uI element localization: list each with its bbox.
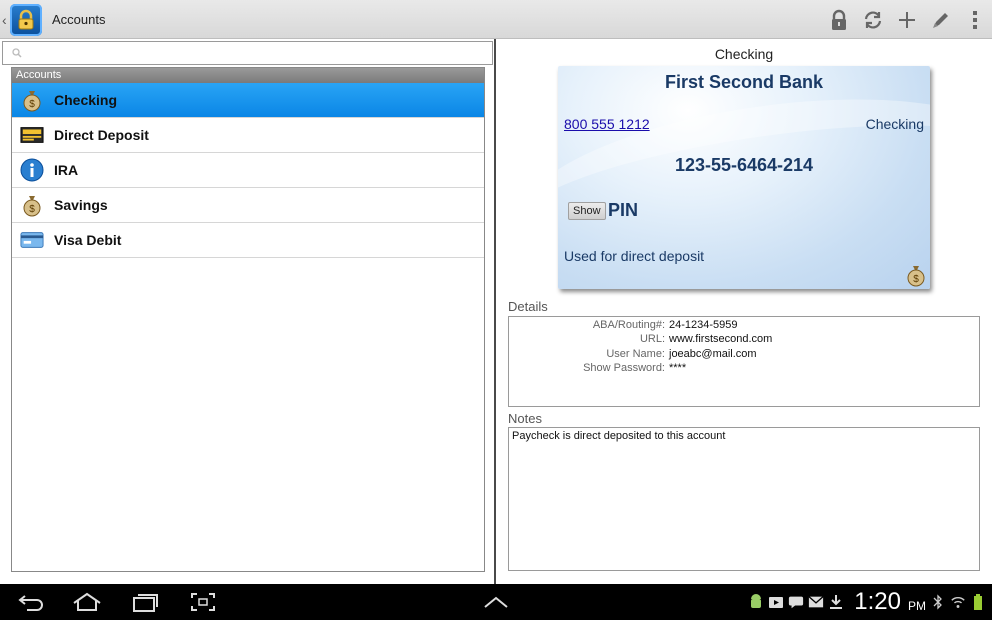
detail-value[interactable]: www.firstsecond.com — [669, 333, 772, 345]
list-item-visa-debit[interactable]: Visa Debit — [12, 223, 484, 258]
details-box: ABA/Routing#: 24-1234-5959 URL: www.firs… — [508, 316, 980, 407]
detail-row-url: URL: www.firstsecond.com — [509, 333, 981, 347]
system-bar: 1:20 PM — [0, 584, 992, 620]
info-icon — [20, 158, 44, 182]
credit-card-icon — [20, 228, 44, 252]
detail-value: joeabc@mail.com — [669, 348, 757, 360]
detail-value: 24-1234-5959 — [669, 319, 738, 331]
detail-row-username: User Name: joeabc@mail.com — [509, 348, 981, 362]
svg-text:$: $ — [913, 274, 919, 285]
padlock-icon — [832, 9, 846, 30]
battery-icon — [970, 593, 986, 611]
back-icon — [18, 595, 43, 611]
bluetooth-icon — [930, 593, 946, 611]
account-card: First Second Bank 800 555 1212 Checking … — [558, 66, 930, 289]
recent-apps-icon — [133, 594, 158, 612]
edit-button[interactable] — [930, 9, 952, 31]
android-icon — [748, 593, 764, 611]
search-icon — [12, 48, 22, 58]
card-note: Used for direct deposit — [564, 248, 705, 264]
detail-title: Checking — [714, 46, 774, 62]
more-vertical-icon — [973, 10, 977, 29]
account-number: 123-55-6464-214 — [674, 155, 814, 175]
add-button[interactable] — [896, 9, 918, 31]
play-icon — [768, 593, 784, 611]
detail-value: **** — [669, 362, 687, 374]
overflow-menu-button[interactable] — [964, 9, 986, 31]
detail-row-password: Show Password: **** — [509, 362, 981, 376]
accounts-list: Accounts $ Checking Direct Deposit IRA $… — [11, 67, 485, 572]
app-title: Accounts — [52, 12, 106, 27]
lock-button[interactable] — [828, 9, 850, 31]
talk-icon — [788, 593, 804, 611]
list-item-label: Visa Debit — [54, 232, 122, 248]
chevron-up-icon — [484, 596, 508, 608]
list-item-label: Checking — [54, 92, 118, 108]
list-header: Accounts — [12, 68, 484, 83]
pencil-icon — [933, 12, 948, 28]
screenshot-icon — [191, 593, 215, 611]
plus-icon — [899, 11, 915, 28]
search-input[interactable] — [3, 42, 492, 64]
money-bag-icon: $ — [20, 193, 44, 217]
wifi-icon — [950, 593, 966, 611]
detail-row-routing: ABA/Routing#: 24-1234-5959 — [509, 319, 981, 333]
list-item-checking[interactable]: $ Checking — [12, 83, 484, 118]
detail-key: User Name: — [606, 348, 665, 360]
app-window: ‹ Accounts Accounts $ Checking Direct De… — [0, 0, 992, 620]
svg-text:$: $ — [29, 99, 35, 110]
details-label: Details — [508, 299, 548, 314]
toolbar-actions — [828, 0, 986, 39]
svg-text:$: $ — [29, 204, 35, 215]
list-item-label: Savings — [54, 197, 108, 213]
accounts-pane: Accounts $ Checking Direct Deposit IRA $… — [0, 39, 495, 584]
home-button[interactable] — [72, 590, 102, 614]
bank-name: First Second Bank — [664, 72, 824, 92]
show-pin-button[interactable]: Show — [568, 202, 606, 220]
show-password-toggle[interactable]: Show Password: — [583, 362, 665, 374]
clock-time: 1:20 — [854, 588, 901, 615]
list-item-ira[interactable]: IRA — [12, 153, 484, 188]
account-type: Checking — [865, 116, 924, 132]
download-icon — [828, 593, 844, 611]
back-button[interactable] — [16, 590, 46, 614]
refresh-icon — [864, 10, 882, 29]
notes-label: Notes — [508, 411, 542, 426]
lock-icon[interactable] — [10, 4, 42, 36]
money-bag-icon: $ — [20, 88, 44, 112]
search-field[interactable] — [2, 41, 493, 65]
list-item-savings[interactable]: $ Savings — [12, 188, 484, 223]
money-bag-icon: $ — [904, 263, 928, 287]
status-area[interactable]: 1:20 PM — [748, 584, 986, 620]
check-card-icon — [20, 123, 44, 147]
pin-label: PIN — [608, 200, 639, 220]
up-caret-icon[interactable]: ‹ — [2, 12, 7, 28]
detail-key: ABA/Routing#: — [592, 319, 665, 331]
list-item-label: IRA — [54, 162, 79, 178]
clock-ampm: PM — [908, 599, 926, 613]
recent-apps-button[interactable] — [130, 590, 160, 614]
home-icon — [73, 592, 101, 611]
sync-button[interactable] — [862, 9, 884, 31]
screenshot-button[interactable] — [188, 590, 218, 614]
expand-button[interactable] — [481, 590, 511, 614]
gmail-icon — [808, 593, 824, 611]
detail-key: URL: — [639, 333, 665, 345]
action-bar: ‹ Accounts — [0, 0, 992, 39]
phone-link[interactable]: 800 555 1212 — [564, 116, 650, 132]
list-item-direct-deposit[interactable]: Direct Deposit — [12, 118, 484, 153]
account-detail-pane: Checking First Second Bank 800 555 1212 … — [496, 39, 992, 584]
list-item-label: Direct Deposit — [54, 127, 149, 143]
notes-text: Paycheck is direct deposited to this acc… — [508, 427, 980, 571]
